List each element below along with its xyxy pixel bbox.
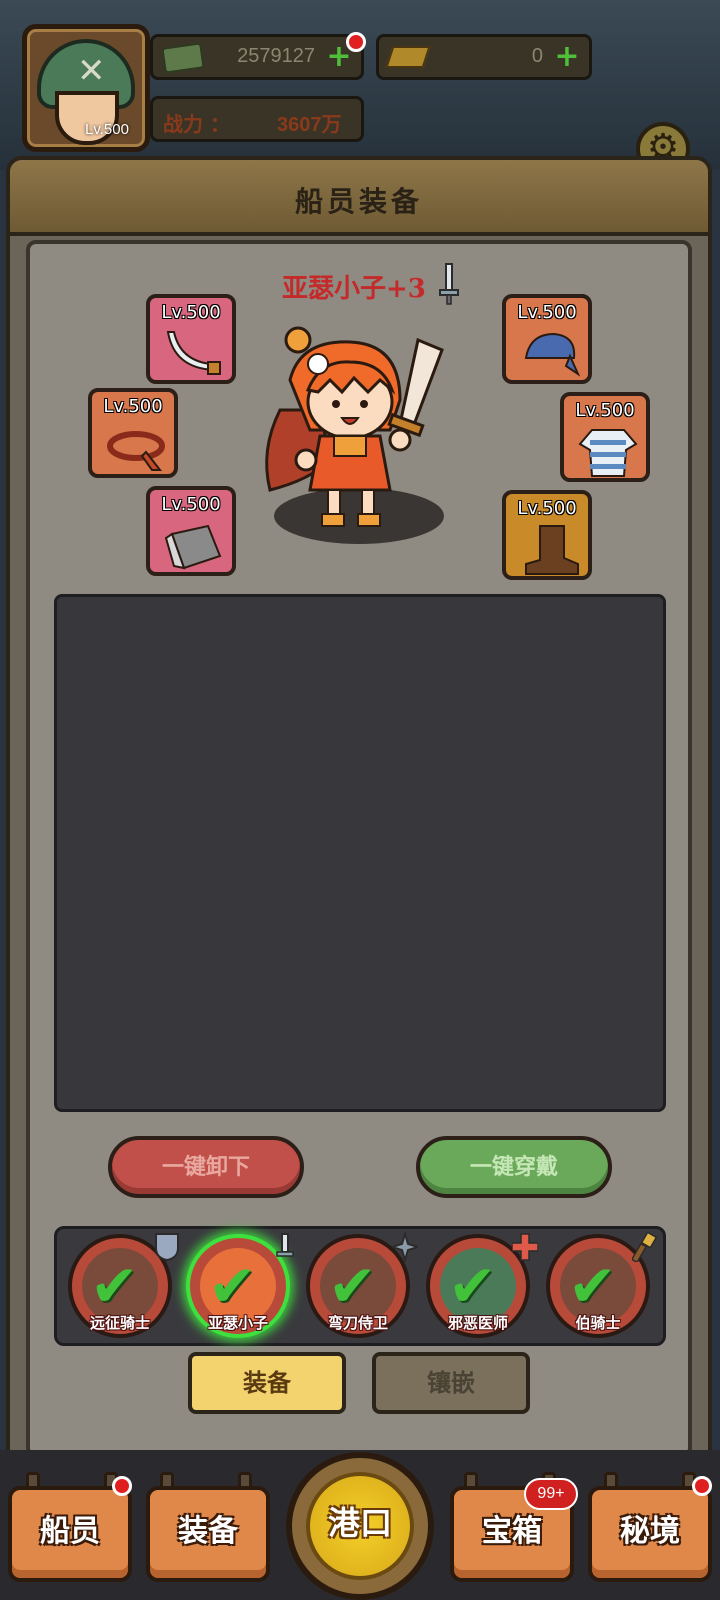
nav-harbor-button[interactable]: 港口 <box>286 1452 434 1600</box>
gold-bar: 0 + <box>376 34 592 80</box>
accessory-slot[interactable]: Lv.500 <box>88 388 178 478</box>
power-label: 战力 ： <box>163 112 230 136</box>
crew-name: 远征骑士 <box>89 1314 150 1332</box>
boots-slot[interactable]: Lv.500 <box>502 490 592 580</box>
boots-slot-level: Lv.500 <box>517 498 577 519</box>
chest-count-badge: 99+ <box>524 1478 578 1510</box>
crew-name: 亚瑟小子 <box>207 1314 268 1332</box>
secret-notification-dot <box>692 1476 712 1496</box>
money-notification-dot <box>346 32 366 52</box>
nav-equipment-button[interactable]: 装备 <box>146 1486 270 1582</box>
check-icon: ✔ <box>448 1252 497 1320</box>
power-value: 3607万 <box>277 114 342 136</box>
crew-member-3[interactable]: ✔ 弯刀侍卫 <box>306 1232 418 1338</box>
crew-name: 邪恶医师 <box>447 1314 508 1332</box>
sword-icon <box>439 263 459 305</box>
add-gold-button[interactable]: + <box>553 42 581 72</box>
money-icon <box>161 42 205 74</box>
crew-member-2[interactable]: ✔ 亚瑟小子 <box>186 1233 294 1338</box>
hero-name: 亚瑟小子+3 <box>282 274 426 304</box>
weapon-slot-level: Lv.500 <box>161 302 221 323</box>
equipment-detail-area <box>54 594 666 1112</box>
money-value: 2579127 <box>237 45 315 67</box>
hero-character <box>265 326 444 527</box>
crew-member-5[interactable]: ✔ 伯骑士 <box>546 1232 658 1338</box>
gold-value: 0 <box>531 45 543 67</box>
crew-name: 伯骑士 <box>575 1314 621 1332</box>
helmet-slot-level: Lv.500 <box>517 302 577 323</box>
sword-icon <box>276 1233 294 1257</box>
shield-icon <box>155 1233 179 1262</box>
shuriken-icon <box>392 1232 418 1262</box>
check-icon: ✔ <box>568 1252 617 1320</box>
tab-inlay[interactable]: 镶嵌 <box>372 1352 530 1414</box>
avatar-level: Lv.500 <box>85 121 129 138</box>
crew-name: 弯刀侍卫 <box>327 1314 388 1332</box>
armor-slot-level: Lv.500 <box>575 400 635 421</box>
bandana-icon <box>524 332 580 377</box>
unequip-all-button[interactable]: 一键卸下 <box>108 1136 304 1198</box>
helmet-x-mark: ✕ <box>77 51 106 91</box>
crew-member-1[interactable]: ✔ 远征骑士 <box>68 1233 179 1338</box>
player-avatar[interactable]: ✕ Lv.500 <box>22 24 150 152</box>
armor-slot[interactable]: Lv.500 <box>560 392 650 482</box>
harbor-label: 港口 <box>306 1472 414 1580</box>
money-bar: 2579127 + <box>150 34 364 80</box>
saber-icon <box>166 331 221 375</box>
check-icon: ✔ <box>90 1252 139 1320</box>
nav-secret-button[interactable]: 秘境 <box>588 1486 712 1582</box>
scarf-icon <box>107 431 165 471</box>
gloves-slot[interactable]: Lv.500 <box>146 486 236 576</box>
power-bar: 战力 ： 3607万 <box>150 96 364 142</box>
staff-icon <box>632 1232 658 1262</box>
equip-all-button[interactable]: 一键穿戴 <box>416 1136 612 1198</box>
striped-shirt-icon <box>578 429 638 477</box>
crew-member-4[interactable]: ✔ 邪恶医师 <box>426 1233 538 1338</box>
boot-icon <box>525 525 579 575</box>
panel-title: 船员装备 <box>294 185 423 218</box>
tab-equip[interactable]: 装备 <box>188 1352 346 1414</box>
check-icon: ✔ <box>328 1252 377 1320</box>
nav-crew-button[interactable]: 船员 <box>8 1486 132 1582</box>
panel-header: 船员装备 <box>10 160 708 236</box>
weapon-slot[interactable]: Lv.500 <box>146 294 236 384</box>
helmet-slot[interactable]: Lv.500 <box>502 294 592 384</box>
check-icon: ✔ <box>208 1252 257 1320</box>
gloves-slot-level: Lv.500 <box>161 494 221 515</box>
accessory-slot-level: Lv.500 <box>103 396 163 417</box>
cross-icon <box>512 1233 538 1261</box>
crew-notification-dot <box>112 1476 132 1496</box>
gauntlet-icon <box>164 524 222 570</box>
gold-bar-icon <box>385 46 431 68</box>
